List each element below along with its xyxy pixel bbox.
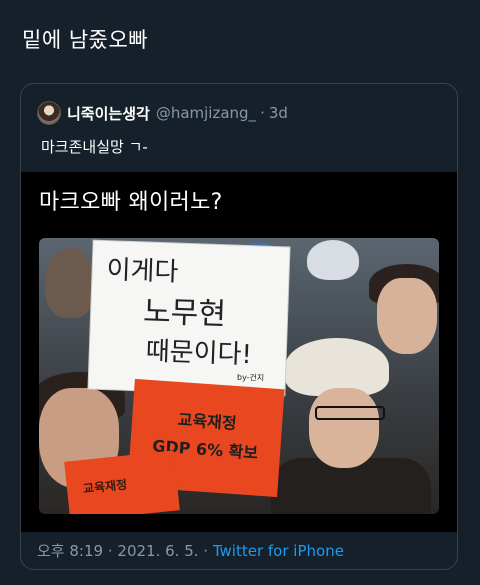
person-face <box>377 278 437 354</box>
person-face <box>309 388 379 468</box>
sign-text: 교육재정 <box>82 477 128 497</box>
separator-dot: · <box>203 542 209 560</box>
tweet-text: 밑에 남줐오빠 <box>22 28 149 52</box>
quoted-media[interactable]: 마크오빠 왜이러노? 이게다 노무현 때문이다! by-건지 교육재정 GDP … <box>21 172 457 532</box>
tweet-source-link[interactable]: Twitter for iPhone <box>213 542 344 560</box>
quoted-tweet-header: 니죽이는생각 @hamjizang_ · 3d <box>37 100 288 126</box>
user-handle[interactable]: @hamjizang_ <box>156 104 256 122</box>
quoted-tweet-card[interactable]: 니죽이는생각 @hamjizang_ · 3d 마크존내실망 ㄱ- 마크오빠 왜… <box>20 83 458 570</box>
timestamp-row: 오후 8:19 · 2021. 6. 5. · Twitter for iPho… <box>37 540 344 561</box>
quoted-tweet-text: 마크존내실망 ㄱ- <box>41 138 148 156</box>
tweet-date[interactable]: 2021. 6. 5. <box>117 542 198 560</box>
background-person <box>45 248 95 318</box>
display-name[interactable]: 니죽이는생각 <box>67 103 150 124</box>
sign-text: 때문이다! <box>145 336 253 371</box>
relative-time[interactable]: 3d <box>269 104 288 122</box>
background-person <box>307 240 359 280</box>
red-protest-sign-small: 교육재정 <box>64 450 180 514</box>
protest-photo[interactable]: 이게다 노무현 때문이다! by-건지 교육재정 GDP 6% 확보 교육재정 <box>39 238 439 514</box>
sign-text: 이게다 <box>106 255 179 288</box>
separator-dot: · <box>107 542 113 560</box>
avatar[interactable] <box>37 101 61 125</box>
separator-dot: · <box>260 104 265 122</box>
sign-signature: by-건지 <box>236 372 265 383</box>
tweet-time[interactable]: 오후 8:19 <box>37 542 103 560</box>
media-caption: 마크오빠 왜이러노? <box>39 190 223 215</box>
glasses <box>315 406 385 420</box>
white-protest-sign: 이게다 노무현 때문이다! by-건지 <box>88 240 290 396</box>
sign-text: 노무현 <box>142 294 227 333</box>
